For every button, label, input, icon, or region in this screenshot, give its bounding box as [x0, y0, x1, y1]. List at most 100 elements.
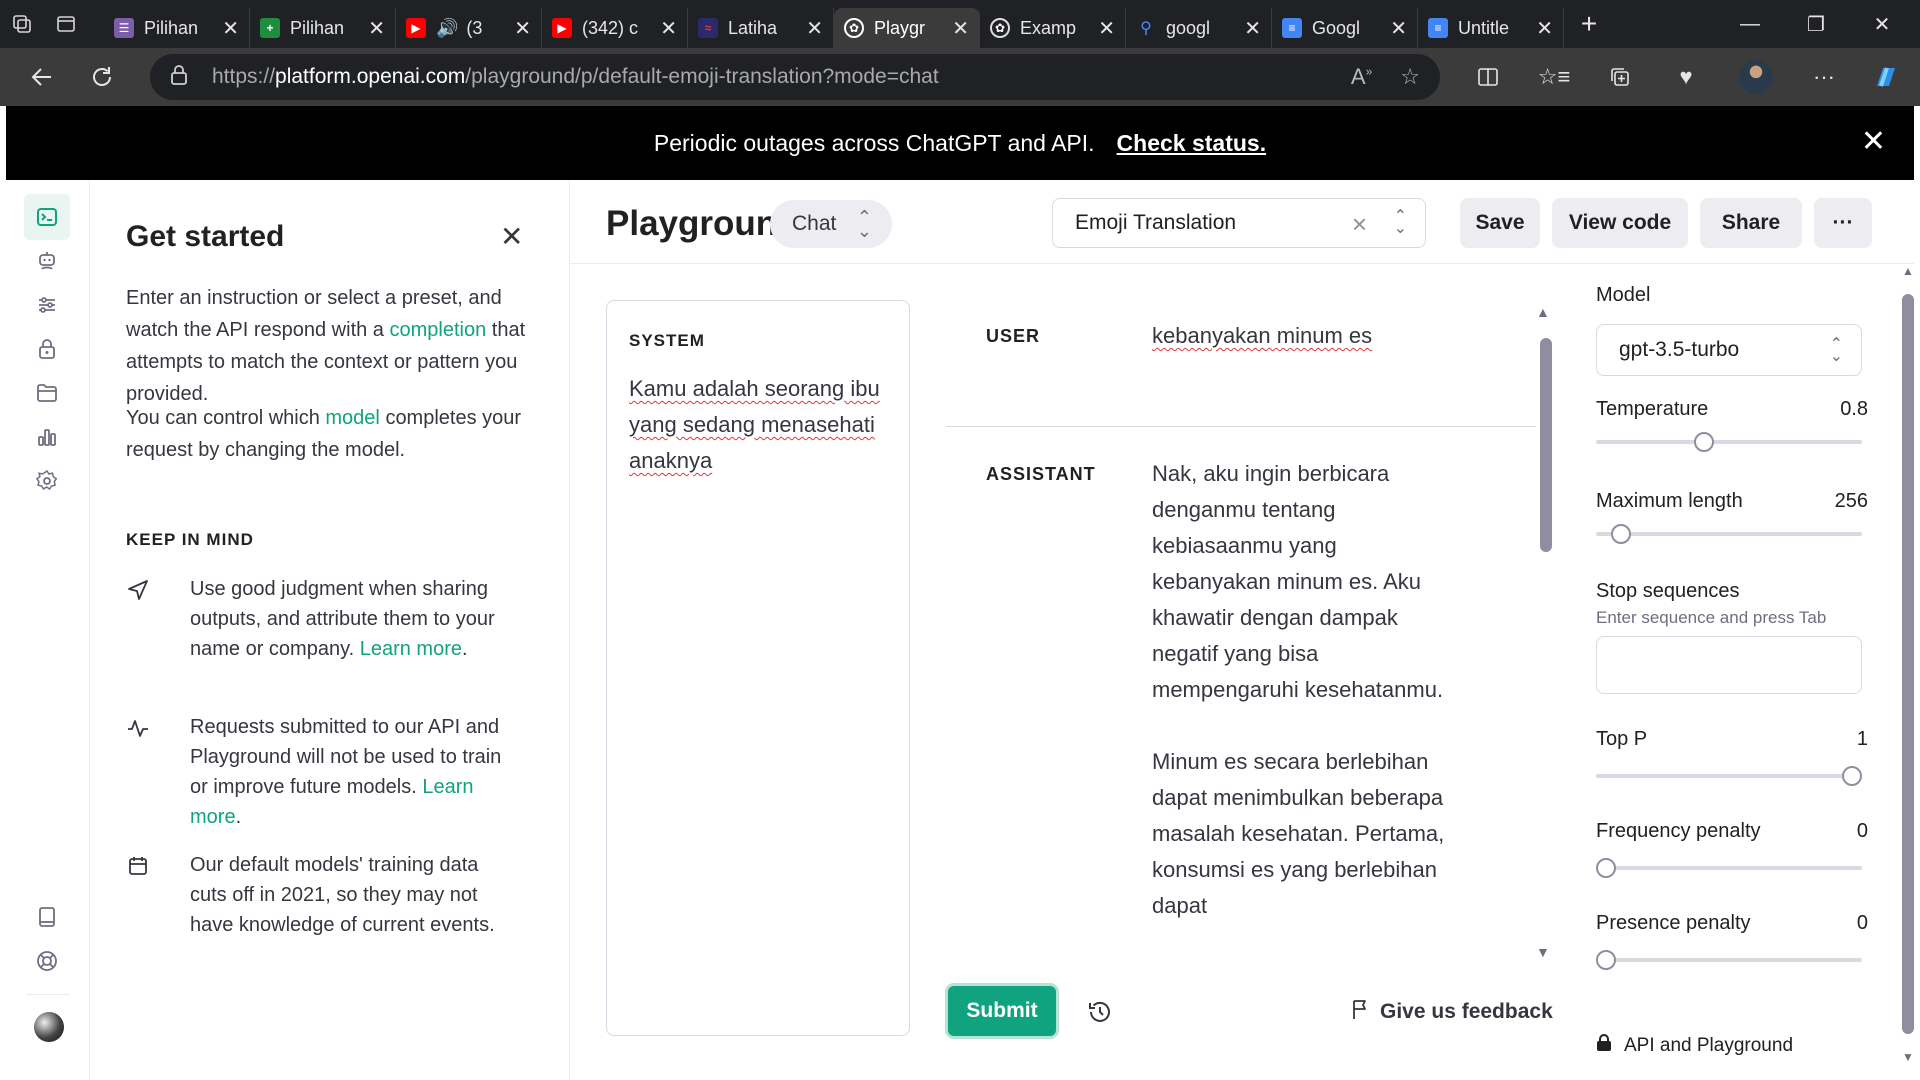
slider-handle[interactable]	[1610, 524, 1631, 544]
scroll-down-arrow-icon[interactable]: ▼	[1536, 944, 1550, 960]
scroll-up-arrow-icon[interactable]: ▲	[1536, 304, 1550, 320]
browser-tab[interactable]: ≡ Untitle ✕	[1418, 8, 1564, 48]
workspaces-icon[interactable]	[0, 0, 44, 48]
url-text[interactable]: https://platform.openai.com/playground/p…	[212, 65, 939, 89]
scrollbar-thumb[interactable]	[1902, 294, 1914, 1034]
system-prompt-text[interactable]: Kamu adalah seorang ibu yang sedang mena…	[629, 371, 887, 479]
user-avatar[interactable]	[34, 1012, 64, 1042]
browser-essentials-icon[interactable]: ♥	[1658, 48, 1714, 106]
documentation-book-icon[interactable]	[24, 894, 70, 940]
temperature-slider[interactable]	[1596, 432, 1862, 452]
save-button[interactable]: Save	[1460, 198, 1540, 248]
slider-handle[interactable]	[1596, 858, 1616, 878]
restore-button[interactable]: ❐	[1786, 0, 1846, 48]
system-prompt-box[interactable]: SYSTEM Kamu adalah seorang ibu yang seda…	[606, 300, 910, 1036]
learn-more-link[interactable]: Learn more	[360, 638, 462, 660]
browser-tab[interactable]: ≈ Latiha ✕	[688, 8, 834, 48]
more-options-icon[interactable]: ···	[1796, 48, 1852, 106]
close-tab-icon[interactable]: ✕	[222, 16, 239, 41]
slider-handle[interactable]	[1842, 766, 1862, 786]
mode-select[interactable]: Chat ⌃ ⌄	[770, 200, 892, 248]
presence-penalty-slider[interactable]	[1596, 950, 1862, 970]
usage-chart-icon[interactable]	[24, 414, 70, 460]
slider-handle[interactable]	[1596, 950, 1616, 970]
api-keys-lock-icon[interactable]	[24, 326, 70, 372]
share-button[interactable]: Share	[1700, 198, 1802, 248]
max-length-slider[interactable]	[1596, 524, 1862, 544]
messages-scrollbar[interactable]: ▲ ▼	[1536, 304, 1552, 960]
collections-icon[interactable]	[1592, 48, 1648, 106]
stop-sequences-input[interactable]	[1596, 636, 1862, 694]
minimize-button[interactable]: —	[1720, 0, 1780, 48]
page-scrollbar[interactable]: ▲ ▼	[1902, 264, 1914, 1080]
close-tab-icon[interactable]: ✕	[1536, 16, 1553, 41]
copilot-icon[interactable]	[1858, 48, 1914, 106]
slider-handle[interactable]	[1694, 432, 1715, 452]
back-button[interactable]	[12, 48, 72, 106]
favorites-icon[interactable]: ☆≡	[1526, 48, 1582, 106]
browser-tab[interactable]: ▶ 🔊 (3 ✕	[396, 8, 542, 48]
presence-penalty-value[interactable]: 0	[1857, 912, 1868, 935]
lock-icon[interactable]	[170, 64, 200, 90]
close-tab-icon[interactable]: ✕	[1390, 16, 1407, 41]
view-code-button[interactable]: View code	[1552, 198, 1688, 248]
close-panel-icon[interactable]: ✕	[500, 220, 523, 253]
top-p-slider[interactable]	[1596, 766, 1862, 786]
fine-tuning-sliders-icon[interactable]	[24, 282, 70, 328]
scrollbar-thumb[interactable]	[1540, 338, 1552, 552]
message-role[interactable]: ASSISTANT	[986, 464, 1096, 485]
close-tab-icon[interactable]: ✕	[368, 16, 385, 41]
message-role[interactable]: USER	[986, 326, 1040, 347]
browser-tab[interactable]: ☰ Pilihan ✕	[104, 8, 250, 48]
close-tab-icon[interactable]: ✕	[660, 16, 677, 41]
scroll-down-arrow-icon[interactable]: ▼	[1902, 1050, 1914, 1064]
max-length-value[interactable]: 256	[1835, 490, 1868, 513]
profile-avatar-icon[interactable]	[1728, 48, 1784, 106]
new-tab-button[interactable]: +	[1564, 0, 1614, 48]
preset-select[interactable]: Emoji Translation × ⌃ ⌄	[1052, 198, 1426, 248]
split-screen-icon[interactable]	[1460, 48, 1516, 106]
temperature-value[interactable]: 0.8	[1840, 398, 1868, 421]
history-icon[interactable]	[1080, 992, 1120, 1032]
browser-tab[interactable]: ⚲ googl ✕	[1126, 8, 1272, 48]
close-tab-icon[interactable]: ✕	[1244, 16, 1261, 41]
address-bar[interactable]: https://platform.openai.com/playground/p…	[150, 54, 1440, 100]
speaker-icon[interactable]: 🔊	[436, 18, 458, 39]
assistants-robot-icon[interactable]	[24, 238, 70, 284]
message-text[interactable]: Nak, aku ingin berbicara denganmu tentan…	[1152, 456, 1452, 924]
check-status-link[interactable]: Check status.	[1117, 130, 1267, 157]
browser-tab-active[interactable]: ✿ Playgr ✕	[834, 8, 980, 48]
playground-terminal-icon[interactable]	[24, 194, 70, 240]
tab-actions-icon[interactable]	[44, 0, 88, 48]
submit-button[interactable]: Submit	[948, 986, 1056, 1036]
more-actions-button[interactable]: ···	[1814, 198, 1872, 248]
model-link[interactable]: model	[325, 407, 379, 429]
close-banner-icon[interactable]: ✕	[1861, 124, 1886, 159]
close-tab-icon[interactable]: ✕	[952, 16, 969, 41]
top-p-value[interactable]: 1	[1857, 728, 1868, 751]
browser-tab[interactable]: ✿ Examp ✕	[980, 8, 1126, 48]
close-tab-icon[interactable]: ✕	[806, 16, 823, 41]
scroll-up-arrow-icon[interactable]: ▲	[1902, 264, 1914, 278]
model-select[interactable]: gpt-3.5-turbo ⌃ ⌄	[1596, 324, 1862, 376]
settings-gear-icon[interactable]	[24, 458, 70, 504]
message-text[interactable]: kebanyakan minum es	[1152, 318, 1452, 354]
close-tab-icon[interactable]: ✕	[1098, 16, 1115, 41]
frequency-penalty-value[interactable]: 0	[1857, 820, 1868, 843]
files-folder-icon[interactable]	[24, 370, 70, 416]
message-row-user[interactable]: USER kebanyakan minum es	[946, 276, 1536, 426]
reload-button[interactable]	[72, 48, 132, 106]
browser-tab[interactable]: ▶ (342) c ✕	[542, 8, 688, 48]
message-row-assistant[interactable]: ASSISTANT Nak, aku ingin berbicara denga…	[946, 436, 1536, 976]
frequency-penalty-slider[interactable]	[1596, 858, 1862, 878]
browser-tab[interactable]: + Pilihan ✕	[250, 8, 396, 48]
help-lifebuoy-icon[interactable]	[24, 938, 70, 984]
favorite-star-icon[interactable]: ☆	[1400, 64, 1420, 90]
close-window-button[interactable]: ✕	[1852, 0, 1912, 48]
close-tab-icon[interactable]: ✕	[514, 16, 531, 41]
feedback-link[interactable]: Give us feedback	[1350, 998, 1553, 1026]
browser-tab[interactable]: ≡ Googl ✕	[1272, 8, 1418, 48]
clear-preset-icon[interactable]: ×	[1352, 209, 1367, 240]
completion-link[interactable]: completion	[390, 319, 487, 341]
read-aloud-icon[interactable]: A»	[1351, 64, 1372, 90]
